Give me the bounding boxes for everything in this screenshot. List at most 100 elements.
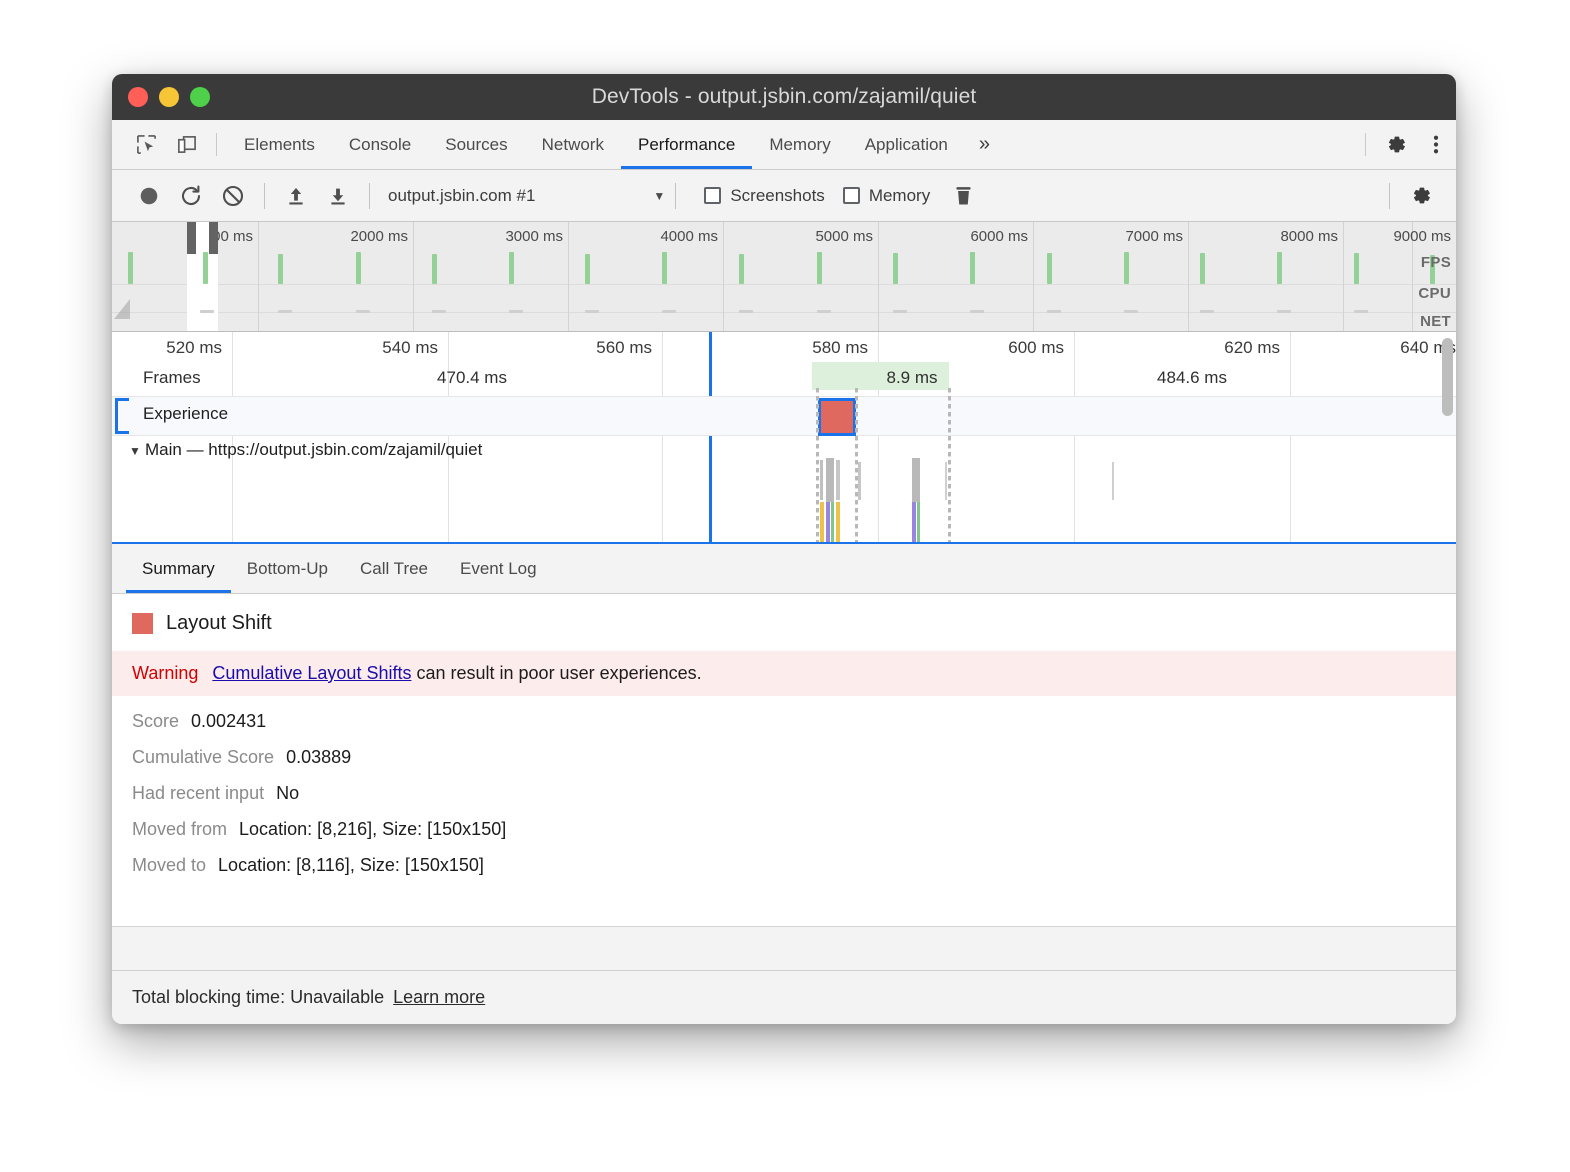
memory-label: Memory: [869, 186, 930, 206]
tab-elements[interactable]: Elements: [227, 120, 332, 169]
field-value: 0.002431: [191, 711, 266, 732]
detail-tabbar: Summary Bottom-Up Call Tree Event Log: [112, 544, 1456, 594]
selection-right-handle[interactable]: [209, 222, 218, 254]
devtools-tabbar: Elements Console Sources Network Perform…: [112, 120, 1456, 170]
toolbar-divider-3: [675, 183, 676, 209]
tab-summary[interactable]: Summary: [126, 544, 231, 593]
overview-tick-5000: 5000 ms: [815, 228, 878, 245]
tab-event-log[interactable]: Event Log: [444, 544, 553, 593]
learn-more-link[interactable]: Learn more: [393, 987, 485, 1008]
toolbar-divider-1: [264, 183, 265, 209]
warning-text: can result in poor user experiences.: [416, 663, 701, 683]
tab-bottom-up[interactable]: Bottom-Up: [231, 544, 344, 593]
timeline-overview[interactable]: 1000 ms 2000 ms 3000 ms 4000 ms 5000 ms …: [112, 222, 1456, 332]
record-icon[interactable]: [128, 170, 170, 222]
trace-selector[interactable]: output.jsbin.com #1 ▼: [388, 186, 665, 206]
gear-icon[interactable]: [1400, 170, 1442, 222]
upload-profile-icon[interactable]: [275, 170, 317, 222]
minimize-window-button[interactable]: [159, 87, 179, 107]
marker-guide-line: [816, 388, 819, 544]
summary-pane: Layout Shift Warning Cumulative Layout S…: [112, 594, 1456, 970]
field-value: No: [276, 783, 299, 804]
overview-tick-9000: 9000 ms: [1393, 228, 1456, 245]
overview-row-cpu: CPU: [1418, 285, 1451, 302]
experience-track-bracket: [115, 398, 129, 434]
frame-duration-2: 8.9 ms: [812, 368, 1012, 388]
tab-sources[interactable]: Sources: [428, 120, 524, 169]
layout-shift-color-swatch: [132, 613, 153, 634]
download-profile-icon[interactable]: [317, 170, 359, 222]
chevron-down-icon: ▼: [653, 189, 665, 203]
marker-guide-line: [948, 388, 951, 544]
summary-bottom-filler: [112, 926, 1456, 970]
experience-track-label: Experience: [143, 404, 228, 424]
status-footer: Total blocking time: Unavailable Learn m…: [112, 970, 1456, 1024]
field-value: Location: [8,116], Size: [150x150]: [218, 855, 484, 876]
track-tick-580: 580 ms: [812, 338, 874, 358]
zoom-window-button[interactable]: [190, 87, 210, 107]
tab-performance[interactable]: Performance: [621, 120, 752, 169]
warning-banner: Warning Cumulative Layout Shifts can res…: [112, 651, 1456, 696]
overview-row-net: NET: [1420, 313, 1451, 330]
total-blocking-time-text: Total blocking time: Unavailable: [132, 987, 384, 1008]
performance-recording-toolbar: output.jsbin.com #1 ▼ Screenshots Memory: [112, 170, 1456, 222]
kebab-menu-icon[interactable]: [1416, 120, 1456, 169]
summary-field-moved-to: Moved to Location: [8,116], Size: [150x1…: [112, 840, 1456, 876]
track-tick-540: 540 ms: [382, 338, 444, 358]
summary-field-score: Score 0.002431: [112, 696, 1456, 732]
experience-track-row[interactable]: [112, 396, 1456, 436]
inspect-element-icon[interactable]: [126, 120, 166, 169]
field-key: Had recent input: [132, 783, 264, 804]
tab-call-tree[interactable]: Call Tree: [344, 544, 444, 593]
reload-and-record-icon[interactable]: [170, 170, 212, 222]
traffic-lights: [128, 87, 210, 107]
clear-icon[interactable]: [212, 170, 254, 222]
screenshots-label: Screenshots: [730, 186, 825, 206]
selection-left-handle[interactable]: [187, 222, 196, 254]
overview-tick-3000: 3000 ms: [505, 228, 568, 245]
field-value: 0.03889: [286, 747, 351, 768]
tabbar-right-divider: [1365, 133, 1366, 156]
close-window-button[interactable]: [128, 87, 148, 107]
toolbar-divider-2: [369, 183, 370, 209]
track-tick-620: 620 ms: [1224, 338, 1286, 358]
screenshots-checkbox[interactable]: Screenshots: [704, 186, 825, 206]
tabbar-right-controls: [1355, 120, 1456, 169]
tab-application[interactable]: Application: [848, 120, 965, 169]
memory-checkbox[interactable]: Memory: [843, 186, 930, 206]
summary-header: Layout Shift: [112, 594, 1456, 651]
checkbox-box: [704, 187, 721, 204]
overview-tick-8000: 8000 ms: [1280, 228, 1343, 245]
frames-track-label: Frames: [143, 368, 201, 388]
overview-tick-7000: 7000 ms: [1125, 228, 1188, 245]
window-title: DevTools - output.jsbin.com/zajamil/quie…: [112, 85, 1456, 109]
summary-field-cumulative-score: Cumulative Score 0.03889: [112, 732, 1456, 768]
device-toolbar-icon[interactable]: [166, 120, 206, 169]
gear-icon[interactable]: [1376, 120, 1416, 169]
window-titlebar: DevTools - output.jsbin.com/zajamil/quie…: [112, 74, 1456, 120]
timeline-tracks[interactable]: 520 ms 540 ms 560 ms 580 ms 600 ms 620 m…: [112, 332, 1456, 544]
devtools-window: DevTools - output.jsbin.com/zajamil/quie…: [112, 74, 1456, 1024]
tab-console[interactable]: Console: [332, 120, 428, 169]
summary-field-moved-from: Moved from Location: [8,216], Size: [150…: [112, 804, 1456, 840]
cumulative-layout-shifts-link[interactable]: Cumulative Layout Shifts: [212, 663, 411, 683]
trash-icon[interactable]: [942, 170, 984, 222]
field-key: Score: [132, 711, 179, 732]
tabbar-divider: [216, 133, 217, 156]
cpu-activity-shape: [114, 299, 130, 319]
tab-network[interactable]: Network: [525, 120, 621, 169]
tab-memory[interactable]: Memory: [752, 120, 847, 169]
overview-tick-2000: 2000 ms: [350, 228, 413, 245]
layout-shift-marker[interactable]: [818, 398, 856, 436]
warning-label: Warning: [132, 663, 198, 684]
field-key: Moved from: [132, 819, 227, 840]
frame-duration-1: 470.4 ms: [352, 368, 592, 388]
more-tabs-icon[interactable]: »: [965, 120, 1004, 169]
summary-title: Layout Shift: [166, 612, 272, 635]
selection-boundary-line: [709, 332, 712, 542]
main-track-caret-icon[interactable]: ▼: [129, 444, 141, 458]
overview-selection-window[interactable]: [187, 222, 218, 331]
tracks-vertical-scrollbar[interactable]: [1442, 338, 1453, 416]
trace-selector-value: output.jsbin.com #1: [388, 186, 535, 206]
overview-tick-4000: 4000 ms: [660, 228, 723, 245]
